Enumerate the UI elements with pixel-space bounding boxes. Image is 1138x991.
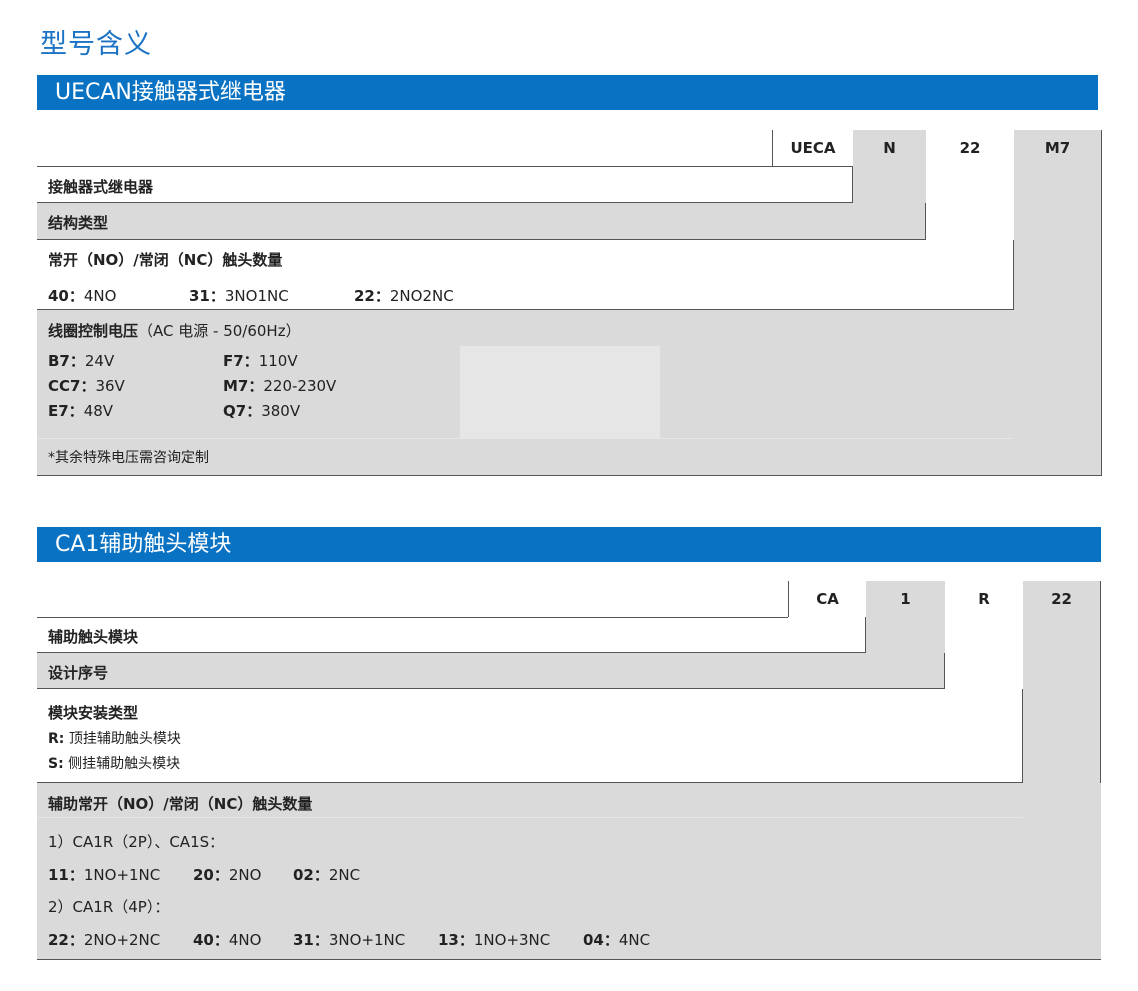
rule [37,617,788,618]
code-m7: M7 [1014,130,1102,166]
contact-31: 31：3NO1NC [189,287,289,305]
row-aux-count-label: 辅助常开（NO）/常闭（NC）触头数量 [48,795,313,813]
voltage-b7: B7：24V [48,352,115,370]
row-aux-label: 辅助触头模块 [48,628,139,646]
aux-20: 20：2NO [193,866,262,884]
aux-22: 22：2NO+2NC [48,931,161,949]
coil-footnote: *其余特殊电压需咨询定制 [48,450,209,466]
row-mount [37,689,1023,783]
aux-31: 31：3NO+1NC [293,931,406,949]
section1-banner: UECAN接触器式继电器 [37,75,1098,110]
aux-02: 02：2NC [293,866,361,884]
voltage-m7: M7：220-230V [223,377,337,395]
code-1: 1 [866,581,945,617]
strip-n [853,166,926,203]
code-22: 22 [926,130,1014,166]
page-title: 型号含义 [40,29,152,60]
code-r: R [945,581,1023,617]
contact-40: 40：4NO [48,287,117,305]
aux-13: 13：1NO+3NC [438,931,551,949]
voltage-q7: Q7：380V [223,402,301,420]
aux-11: 11：1NO+1NC [48,866,161,884]
voltage-f7: F7：110V [223,352,298,370]
coil-divider [37,438,1012,439]
voltage-e7: E7：48V [48,402,114,420]
aux-divider [37,817,1023,818]
row-structure [37,203,926,240]
row-relay [37,166,853,203]
strip-m7 [1014,166,1102,310]
group2-title: 2）CA1R（4P）： [48,898,170,916]
row-structure-label: 结构类型 [48,214,109,232]
aux-40: 40：4NO [193,931,262,949]
rule [37,166,773,167]
row-mount-label: 模块安装类型 [48,704,139,722]
code-ca: CA [788,581,866,617]
row-contacts-label: 常开（NO）/常闭（NC）触头数量 [48,251,283,269]
section2-banner: CA1辅助触头模块 [37,527,1101,562]
aux-04: 04：4NC [583,931,651,949]
coil-label: 线圈控制电压（AC 电源 - 50/60Hz） [48,322,301,340]
code-n: N [853,130,926,166]
coil-inner-block [460,346,660,438]
row-design [37,653,945,689]
strip-1 [866,617,945,653]
group1-title: 1）CA1R（2P）、CA1S： [48,833,225,851]
contact-22: 22：2NO2NC [354,287,454,305]
code-ueca: UECA [772,130,853,166]
row-design-label: 设计序号 [48,664,109,682]
voltage-cc7: CC7：36V [48,377,125,395]
mount-s: S: 侧挂辅助触头模块 [48,756,181,772]
row-aux [37,617,866,653]
code-22b: 22 [1023,581,1101,617]
mount-r: R: 顶挂辅助触头模块 [48,731,181,747]
row-relay-label: 接触器式继电器 [48,178,154,196]
